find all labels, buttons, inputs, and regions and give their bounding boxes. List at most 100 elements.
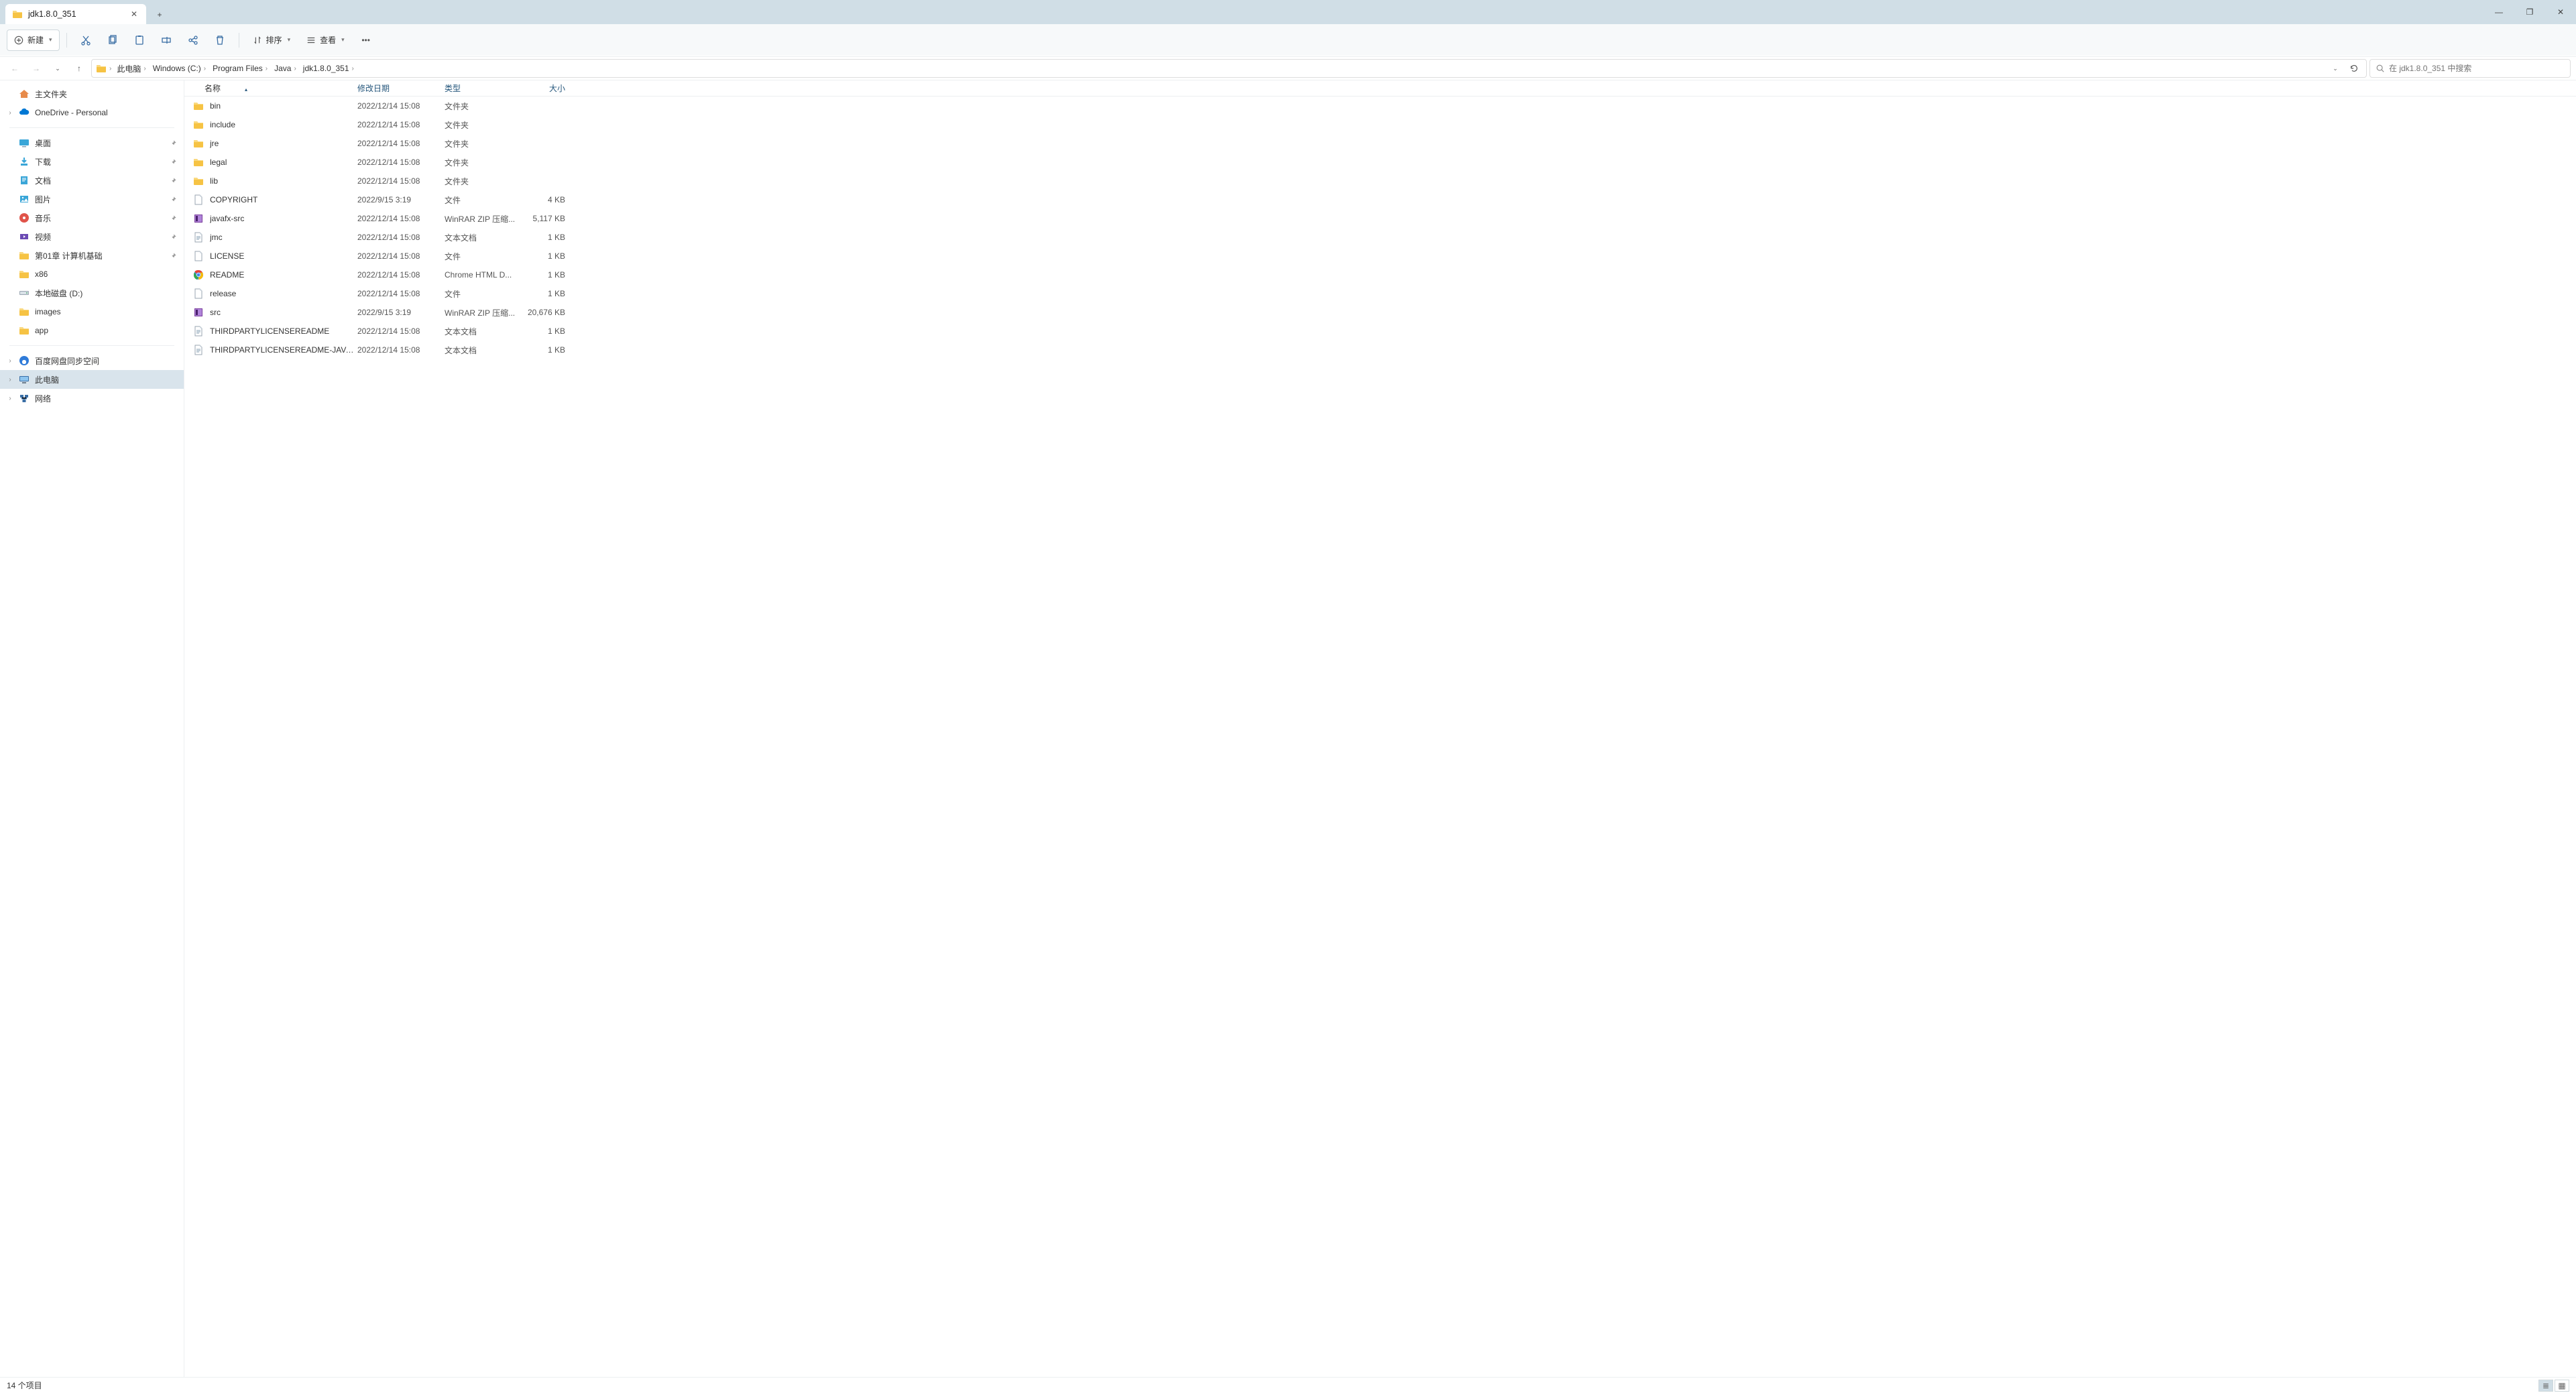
- file-type: 文本文档: [445, 345, 518, 356]
- breadcrumb-item[interactable]: Windows (C:)›: [150, 62, 209, 74]
- sidebar-item[interactable]: › 网络: [0, 389, 184, 408]
- folder-icon: [19, 250, 30, 261]
- rename-button[interactable]: [154, 29, 178, 51]
- tab-title: jdk1.8.0_351: [28, 9, 123, 19]
- file-date: 2022/12/14 15:08: [357, 251, 445, 261]
- file-row[interactable]: README2022/12/14 15:08Chrome HTML D...1 …: [184, 265, 2576, 284]
- file-name: THIRDPARTYLICENSEREADME-JAVAFX: [210, 345, 357, 355]
- separator: [9, 127, 174, 128]
- delete-button[interactable]: [208, 29, 232, 51]
- file-row[interactable]: include2022/12/14 15:08文件夹: [184, 115, 2576, 134]
- file-date: 2022/9/15 3:19: [357, 308, 445, 317]
- refresh-button[interactable]: [2346, 60, 2362, 76]
- copy-button[interactable]: [101, 29, 125, 51]
- column-header-name[interactable]: 名称▴: [204, 82, 357, 94]
- folder-icon: [96, 63, 107, 74]
- file-row[interactable]: lib2022/12/14 15:08文件夹: [184, 172, 2576, 190]
- file-row[interactable]: jre2022/12/14 15:08文件夹: [184, 134, 2576, 153]
- view-details-button[interactable]: ≣: [2538, 1380, 2553, 1392]
- column-header-date[interactable]: 修改日期: [357, 82, 445, 94]
- txt-icon: [192, 325, 204, 337]
- sidebar-item-label: 网络: [35, 393, 51, 404]
- nav-recent-button[interactable]: ⌄: [48, 59, 67, 78]
- sidebar-item[interactable]: 桌面: [0, 133, 184, 152]
- window-close-button[interactable]: ✕: [2545, 0, 2576, 24]
- file-name: jmc: [210, 233, 357, 242]
- column-header-size[interactable]: 大小: [518, 82, 565, 94]
- sidebar-item[interactable]: 下载: [0, 152, 184, 171]
- address-row: ← → ⌄ ↑ › 此电脑›Windows (C:)›Program Files…: [0, 56, 2576, 80]
- breadcrumb-item[interactable]: Java›: [272, 62, 299, 74]
- view-button-label: 查看: [320, 34, 336, 46]
- folder-icon: [192, 175, 204, 187]
- address-dropdown-button[interactable]: ⌄: [2327, 60, 2343, 76]
- expand-icon[interactable]: ›: [5, 376, 15, 383]
- sidebar-item[interactable]: 视频: [0, 227, 184, 246]
- drive-icon: [19, 288, 30, 298]
- file-row[interactable]: COPYRIGHT2022/9/15 3:19文件4 KB: [184, 190, 2576, 209]
- file-size: 4 KB: [518, 195, 565, 204]
- chevron-down-icon: ▾: [49, 36, 52, 44]
- sidebar-home[interactable]: 主文件夹: [0, 84, 184, 103]
- sidebar-item[interactable]: 第01章 计算机基础: [0, 246, 184, 265]
- file-list[interactable]: bin2022/12/14 15:08文件夹include2022/12/14 …: [184, 97, 2576, 1377]
- refresh-icon: [2349, 64, 2359, 73]
- breadcrumb-item[interactable]: 此电脑›: [114, 62, 148, 76]
- file-row[interactable]: src2022/9/15 3:19WinRAR ZIP 压缩...20,676 …: [184, 303, 2576, 322]
- new-button[interactable]: 新建 ▾: [7, 29, 60, 51]
- nav-back-button[interactable]: ←: [5, 59, 24, 78]
- expand-icon[interactable]: ›: [5, 357, 15, 365]
- view-button[interactable]: 查看 ▾: [300, 29, 351, 51]
- file-date: 2022/12/14 15:08: [357, 101, 445, 111]
- file-name: README: [210, 270, 357, 280]
- breadcrumb-item[interactable]: jdk1.8.0_351›: [300, 62, 357, 74]
- file-row[interactable]: javafx-src2022/12/14 15:08WinRAR ZIP 压缩.…: [184, 209, 2576, 228]
- file-date: 2022/12/14 15:08: [357, 233, 445, 242]
- window-minimize-button[interactable]: —: [2483, 0, 2514, 24]
- column-header-type[interactable]: 类型: [445, 82, 518, 94]
- sidebar-item[interactable]: 图片: [0, 190, 184, 208]
- file-row[interactable]: release2022/12/14 15:08文件1 KB: [184, 284, 2576, 303]
- view-icons-button[interactable]: ▦: [2555, 1380, 2569, 1392]
- search-input[interactable]: [2389, 64, 2565, 73]
- sidebar-item[interactable]: images: [0, 302, 184, 321]
- window-maximize-button[interactable]: ❐: [2514, 0, 2545, 24]
- sort-button[interactable]: 排序 ▾: [246, 29, 298, 51]
- tab-close-button[interactable]: ✕: [129, 9, 139, 19]
- sidebar-onedrive[interactable]: › OneDrive - Personal: [0, 103, 184, 122]
- paste-button[interactable]: [127, 29, 152, 51]
- file-name: COPYRIGHT: [210, 195, 357, 204]
- file-date: 2022/12/14 15:08: [357, 176, 445, 186]
- folder-icon: [192, 156, 204, 168]
- folder-icon: [12, 9, 23, 19]
- nav-forward-button[interactable]: →: [27, 59, 46, 78]
- sidebar-item[interactable]: x86: [0, 265, 184, 284]
- sidebar-item[interactable]: 本地磁盘 (D:): [0, 284, 184, 302]
- search-box[interactable]: [2369, 59, 2571, 78]
- expand-icon[interactable]: ›: [5, 109, 15, 117]
- sidebar-item[interactable]: ›此电脑: [0, 370, 184, 389]
- pin-icon: [170, 158, 177, 166]
- sidebar-item[interactable]: app: [0, 321, 184, 340]
- file-row[interactable]: THIRDPARTYLICENSEREADME-JAVAFX2022/12/14…: [184, 341, 2576, 359]
- more-button[interactable]: •••: [354, 29, 378, 51]
- nav-up-button[interactable]: ↑: [70, 59, 89, 78]
- file-row[interactable]: jmc2022/12/14 15:08文本文档1 KB: [184, 228, 2576, 247]
- sidebar-item[interactable]: 音乐: [0, 208, 184, 227]
- address-bar[interactable]: › 此电脑›Windows (C:)›Program Files›Java›jd…: [91, 59, 2367, 78]
- cut-button[interactable]: [74, 29, 98, 51]
- breadcrumb-item[interactable]: Program Files›: [210, 62, 270, 74]
- file-row[interactable]: LICENSE2022/12/14 15:08文件1 KB: [184, 247, 2576, 265]
- file-row[interactable]: bin2022/12/14 15:08文件夹: [184, 97, 2576, 115]
- file-row[interactable]: THIRDPARTYLICENSEREADME2022/12/14 15:08文…: [184, 322, 2576, 341]
- file-row[interactable]: legal2022/12/14 15:08文件夹: [184, 153, 2576, 172]
- share-button[interactable]: [181, 29, 205, 51]
- file-type: WinRAR ZIP 压缩...: [445, 213, 518, 225]
- new-tab-button[interactable]: +: [150, 5, 169, 24]
- sidebar-item[interactable]: 文档: [0, 171, 184, 190]
- tab-active[interactable]: jdk1.8.0_351 ✕: [5, 4, 146, 24]
- expand-icon[interactable]: ›: [5, 395, 15, 402]
- file-size: 20,676 KB: [518, 308, 565, 317]
- sidebar-item[interactable]: ›百度网盘同步空间: [0, 351, 184, 370]
- chevron-down-icon: ▾: [341, 36, 345, 44]
